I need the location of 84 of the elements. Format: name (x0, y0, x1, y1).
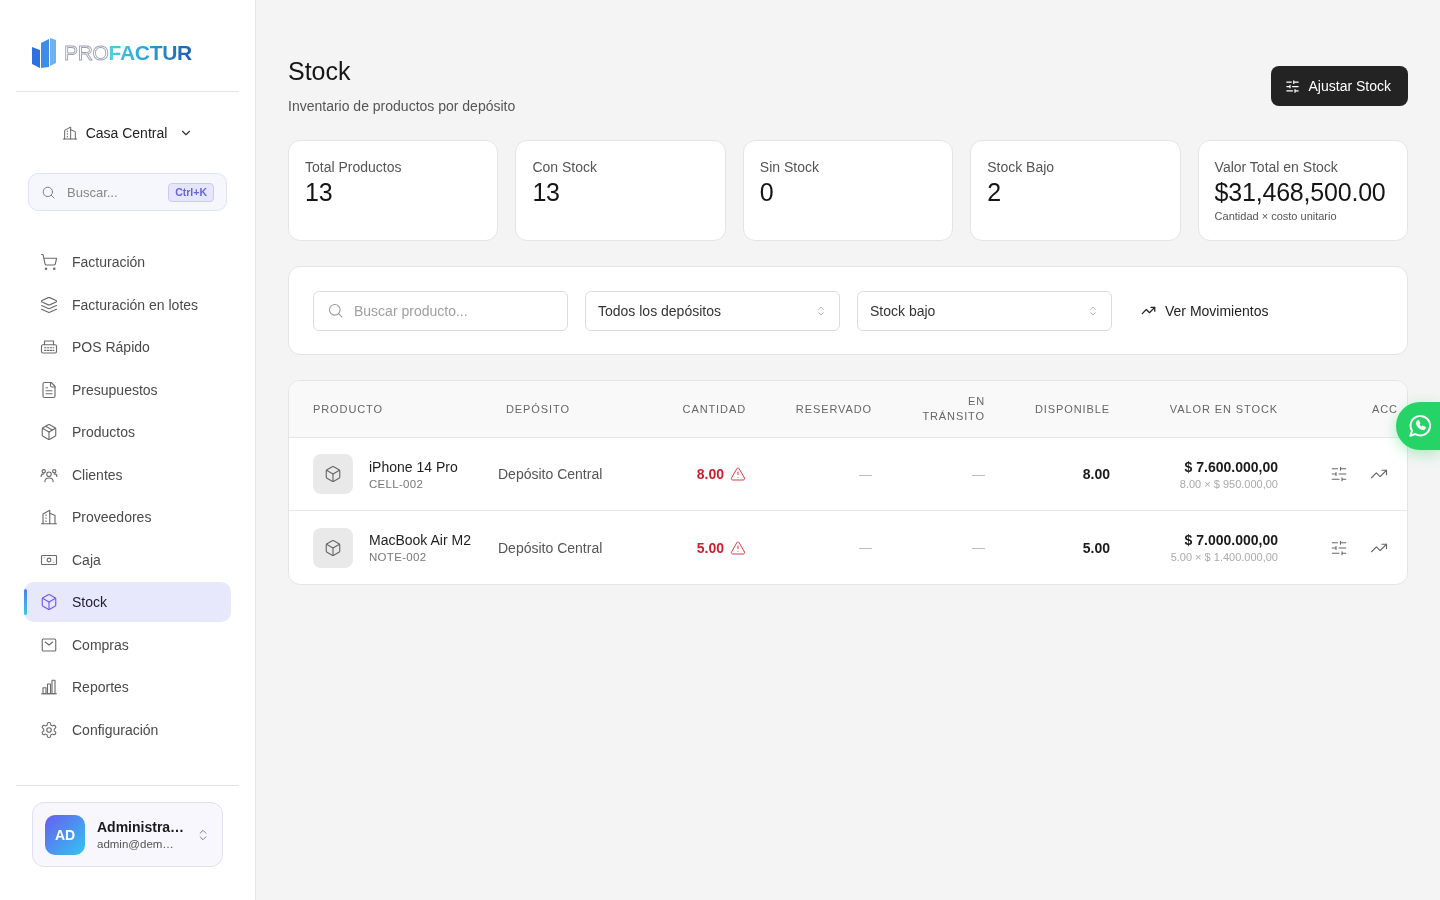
column-header: DISPONIBLE (1033, 401, 1111, 417)
user-avatar: AD (45, 814, 85, 855)
table-cell: 5.00 (1082, 539, 1110, 556)
stat-value: 13 (305, 177, 334, 207)
nav-item[interactable]: POS Rápido (24, 327, 231, 367)
product-name: iPhone 14 Pro (369, 458, 458, 475)
adjust-stock-button[interactable]: Ajustar Stock (1270, 66, 1408, 106)
sliders-icon (1330, 538, 1348, 557)
table-cell: 8.00 (1082, 466, 1110, 482)
nav-item[interactable]: Facturación (24, 242, 231, 282)
branch-selector[interactable]: Casa Central (53, 113, 202, 153)
sliders-icon (1284, 78, 1300, 94)
settings-icon (40, 720, 58, 739)
column-header: PRODUCTO (312, 401, 384, 417)
cube-icon (40, 593, 58, 611)
select-dropdown[interactable]: Todos los depósitos (585, 290, 840, 331)
warning-icon (730, 466, 746, 482)
user-name: Administra… (97, 819, 184, 835)
column-header: DEPÓSITO (505, 401, 571, 417)
stat-label: Total Productos (305, 158, 403, 176)
page-title: Stock (288, 56, 352, 86)
stat-note: Cantidad × costo unitario (1214, 209, 1338, 223)
product-sku: NOTE-002 (369, 551, 428, 563)
cart-icon (40, 253, 58, 271)
movements-link[interactable]: Ver Movimientos (1141, 298, 1269, 323)
building-icon (40, 508, 58, 526)
stock-value: $ 7.000.000,00 (1184, 532, 1278, 548)
nav-item[interactable]: Proveedores (24, 497, 231, 537)
value-breakdown: 8.00 × $ 950.000,00 (1179, 477, 1278, 490)
nav-item[interactable]: Productos (24, 412, 231, 452)
column-header: ACC (1371, 401, 1399, 417)
stat-value: 0 (759, 177, 775, 207)
table-cell: — (972, 466, 985, 482)
stat-label: Valor Total en Stock (1214, 158, 1339, 176)
column-header: VALOR EN STOCK (1168, 401, 1279, 417)
nav-item[interactable]: Compras (24, 624, 231, 665)
building-icon (61, 125, 78, 141)
keyboard-shortcut: Ctrl+K (168, 183, 214, 202)
nav-item[interactable]: Clientes (24, 454, 231, 495)
select-dropdown[interactable]: Stock bajo (857, 290, 1112, 331)
product-name: MacBook Air M2 (369, 532, 471, 548)
nav-item[interactable]: Configuración (24, 709, 231, 750)
page-subtitle: Inventario de productos por depósito (288, 97, 516, 116)
stat-label: Stock Bajo (987, 158, 1056, 176)
tray-icon (40, 635, 58, 654)
warning-icon (730, 539, 746, 556)
layers-icon (40, 295, 58, 314)
nav-item[interactable]: Presupuestos (24, 369, 231, 410)
cube-icon (313, 454, 353, 494)
table-cell: — (972, 540, 985, 555)
stock-value: $ 7.600.000,00 (1184, 458, 1278, 475)
sliders-icon (1330, 465, 1348, 483)
nav-item[interactable]: Facturación en lotes (24, 284, 231, 325)
bar-chart-icon (40, 678, 58, 696)
user-menu[interactable]: AD Administra… admin@dem… (32, 802, 223, 867)
document-icon (40, 380, 58, 399)
table-cell: Depósito Central (498, 539, 603, 556)
product-search-field[interactable]: Buscar producto... (313, 290, 568, 331)
quantity-value: 5.00 (696, 539, 724, 556)
stat-value: 2 (987, 177, 1002, 207)
chat-button[interactable] (1396, 402, 1440, 450)
search-icon (327, 302, 344, 319)
table-cell: — (859, 466, 872, 482)
stat-label: Con Stock (532, 158, 598, 176)
quantity-value: 8.00 (696, 466, 724, 482)
nav-item[interactable]: Stock (24, 582, 231, 622)
column-header: RESERVADO (794, 401, 873, 417)
cash-register-icon (40, 338, 58, 356)
column-header: EN TRÁNSITO (921, 394, 986, 424)
product-sku: CELL-002 (369, 477, 425, 490)
table-cell: — (859, 540, 872, 555)
nav-item[interactable]: Caja (24, 539, 231, 580)
stat-value: 13 (532, 177, 561, 207)
stat-value: $31,468,500.00 (1214, 177, 1387, 207)
column-header: CANTIDAD (681, 401, 747, 417)
table-cell: Depósito Central (498, 466, 603, 482)
package-icon (40, 423, 58, 441)
stat-label: Sin Stock (759, 158, 820, 176)
cube-icon (313, 527, 353, 568)
search-icon (41, 184, 56, 200)
value-breakdown: 5.00 × $ 1.400.000,00 (1170, 551, 1278, 563)
user-email: admin@dem… (97, 838, 175, 850)
nav-item[interactable]: Reportes (24, 667, 231, 707)
phone-bubble-icon (1407, 413, 1433, 439)
